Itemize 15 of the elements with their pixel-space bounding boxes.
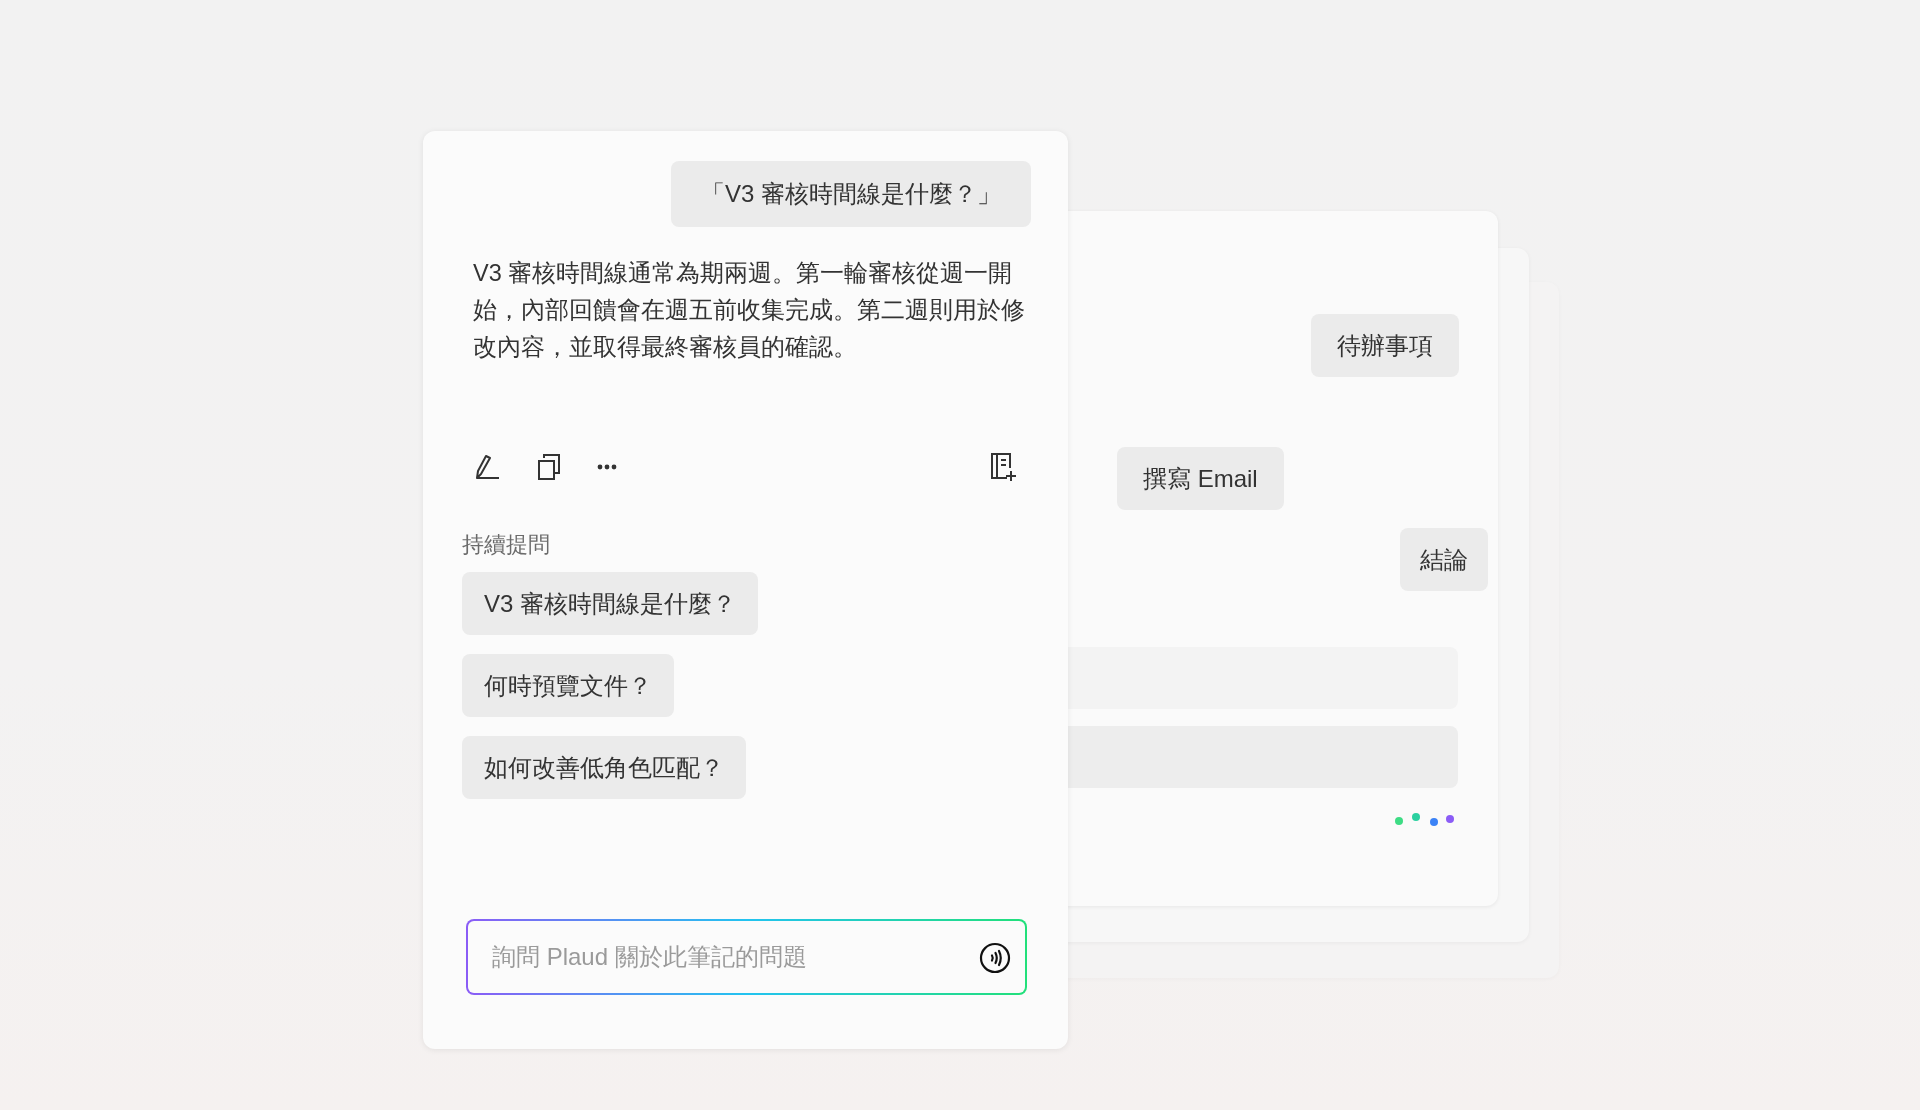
answer-text: V3 審核時間線通常為期兩週。第一輪審核從週一開始，內部回饋會在週五前收集完成。第二週則用於修改內容，並取得最終審核員的確認。	[473, 259, 1026, 362]
section-label: 持續提問	[462, 531, 550, 559]
input-field[interactable]: 詢問 Plaud 關於此筆記的問題	[466, 919, 1027, 995]
copy-icon[interactable]	[537, 454, 561, 480]
tag-chip[interactable]: 待辦事項	[1311, 314, 1459, 377]
suggestion-button[interactable]: 如何改善低角色匹配？	[462, 736, 746, 799]
more-icon[interactable]	[597, 464, 617, 470]
suggestion-button[interactable]: V3 審核時間線是什麼？	[462, 572, 759, 635]
voice-icon[interactable]	[979, 942, 1011, 974]
pen-icon[interactable]	[475, 454, 501, 480]
question-bubble: 「V3 審核時間線是什麼？」	[670, 161, 1031, 227]
tag-chip[interactable]: 撰寫 Email	[1117, 447, 1284, 510]
tag-chip[interactable]: 結論	[1400, 528, 1488, 591]
notebook-add-icon[interactable]	[989, 452, 1017, 482]
suggestion-button[interactable]: 何時預覽文件？	[462, 654, 674, 717]
